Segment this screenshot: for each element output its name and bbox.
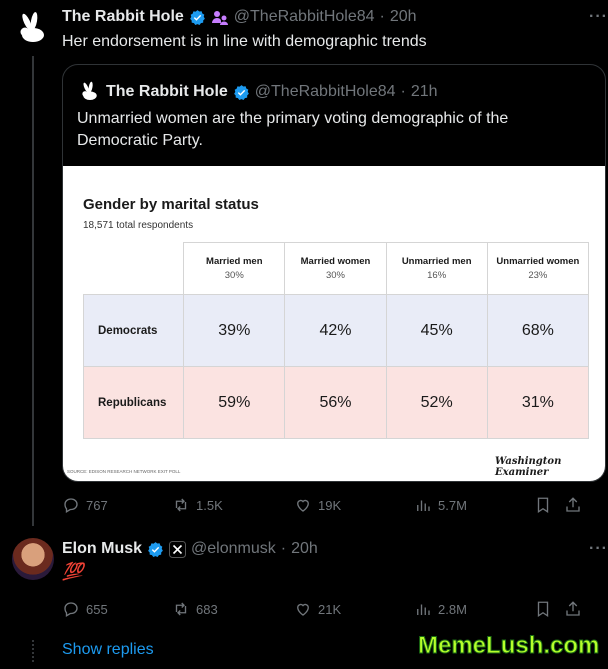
avatar[interactable] (12, 538, 54, 580)
quoted-post-header: The Rabbit Hole @TheRabbitHole84 · 21h (79, 81, 438, 103)
table-row: Democrats 39% 42% 45% 68% (82, 294, 590, 367)
column-label: Married women (300, 256, 371, 267)
rabbit-logo-icon (82, 81, 97, 100)
thread-dots (32, 640, 34, 662)
verified-badge-icon (233, 84, 249, 100)
share-icon (566, 601, 580, 616)
brand-logo: Washington Examiner (495, 456, 562, 478)
author-name[interactable]: Elon Musk (62, 540, 142, 558)
table-cell: 39% (183, 294, 286, 367)
more-options-icon[interactable]: ··· (589, 540, 608, 558)
more-options-icon[interactable]: ··· (589, 8, 608, 26)
table-cell: 42% (284, 294, 387, 367)
quoted-post-time: 21h (410, 83, 438, 100)
repost-button[interactable]: 1.5K (172, 496, 294, 514)
column-label: Unmarried women (496, 256, 580, 267)
bookmark-icon (537, 497, 549, 514)
table-cell: 52% (385, 366, 488, 439)
table-cell: 45% (385, 294, 488, 367)
view-count: 5.7M (438, 497, 467, 513)
table-cell: 31% (486, 366, 590, 439)
reply-count: 767 (86, 497, 108, 513)
bookmark-button[interactable] (534, 600, 564, 618)
post-header: Elon Musk @elonmusk · 20h (62, 540, 318, 558)
table-cell: 56% (284, 366, 387, 439)
repost-count: 1.5K (196, 497, 223, 513)
post-text: 💯 (62, 562, 84, 581)
rabbit-logo-icon (20, 12, 44, 42)
table-row: Republicans 59% 56% 52% 31% (82, 366, 590, 439)
quoted-post-text: Unmarried women are the primary voting d… (77, 110, 509, 149)
chart-source: SOURCE: EDISON RESEARCH NETWORK EXIT POL… (67, 469, 181, 474)
post-time[interactable]: 20h (291, 540, 318, 558)
bookmark-icon (537, 601, 549, 618)
table-cell: 68% (486, 294, 590, 367)
column-share: 16% (427, 270, 447, 281)
row-label: Democrats (82, 294, 185, 367)
heart-icon (297, 603, 309, 616)
column-label: Unmarried men (401, 256, 472, 267)
table-corner (83, 242, 185, 295)
watermark: MemeLush.com (417, 632, 600, 660)
reply-count: 655 (86, 601, 108, 617)
share-button[interactable] (564, 496, 586, 514)
views-chart-icon (417, 500, 430, 511)
like-button[interactable]: 21K (294, 600, 414, 618)
data-table: Married men 30% Married women 30% Unmarrie… (82, 242, 590, 439)
chart-image[interactable]: Gender by marital status 18,571 total re… (63, 166, 605, 481)
chart-title: Gender by marital status (83, 196, 259, 213)
row-label: Republicans (82, 366, 185, 439)
views-button[interactable]: 2.8M (414, 600, 534, 618)
author-handle[interactable]: @elonmusk (191, 540, 276, 558)
column-header: Married women 30% (284, 242, 387, 295)
action-bar: 767 1.5K 19K 5.7M (62, 496, 606, 514)
reply-icon (64, 602, 78, 617)
reply-button[interactable]: 767 (62, 496, 172, 514)
avatar[interactable] (12, 8, 54, 50)
author-name[interactable]: The Rabbit Hole (62, 8, 184, 26)
like-count: 19K (318, 497, 342, 513)
repost-count: 683 (196, 601, 218, 617)
quoted-author-name: The Rabbit Hole (106, 83, 228, 100)
verified-badge-icon (148, 541, 163, 557)
quoted-author-handle: @TheRabbitHole84 (254, 83, 396, 100)
x-affiliation-icon (169, 540, 187, 558)
verified-badge-icon (189, 9, 205, 25)
column-share: 30% (325, 270, 345, 281)
column-header: Unmarried men 16% (385, 242, 488, 295)
repost-button[interactable]: 683 (172, 600, 294, 618)
column-label: Married men (206, 256, 263, 267)
repost-icon (175, 498, 187, 512)
quoted-post[interactable]: The Rabbit Hole @TheRabbitHole84 · 21h U… (62, 64, 606, 482)
column-header: Married men 30% (183, 242, 286, 295)
affiliation-people-icon (211, 10, 228, 25)
repost-icon (175, 602, 187, 616)
separator-dot: · (400, 83, 406, 100)
reply-button[interactable]: 655 (62, 600, 172, 618)
show-replies-link[interactable]: Show replies (62, 641, 154, 659)
column-share: 30% (224, 270, 244, 281)
post-time[interactable]: 20h (390, 8, 417, 26)
action-bar: 655 683 21K 2.8M (62, 600, 606, 618)
like-count: 21K (318, 601, 342, 617)
share-icon (566, 497, 580, 512)
separator-dot: · (379, 8, 385, 25)
view-count: 2.8M (438, 601, 467, 617)
column-header: Unmarried women 23% (486, 242, 590, 295)
thread-line (32, 56, 34, 526)
column-share: 23% (528, 270, 548, 281)
views-button[interactable]: 5.7M (414, 496, 534, 514)
separator-dot: · (280, 540, 287, 557)
table-cell: 59% (183, 366, 286, 439)
chart-subtitle: 18,571 total respondents (83, 220, 194, 231)
post-text: Her endorsement is in line with demograp… (62, 33, 427, 50)
share-button[interactable] (564, 600, 586, 618)
author-handle[interactable]: @TheRabbitHole84 (234, 8, 375, 26)
views-chart-icon (417, 604, 430, 615)
reply-icon (64, 498, 78, 513)
heart-icon (297, 499, 309, 512)
like-button[interactable]: 19K (294, 496, 414, 514)
post-header: The Rabbit Hole @TheRabbitHole84 · 20h (62, 8, 417, 26)
bookmark-button[interactable] (534, 496, 564, 514)
